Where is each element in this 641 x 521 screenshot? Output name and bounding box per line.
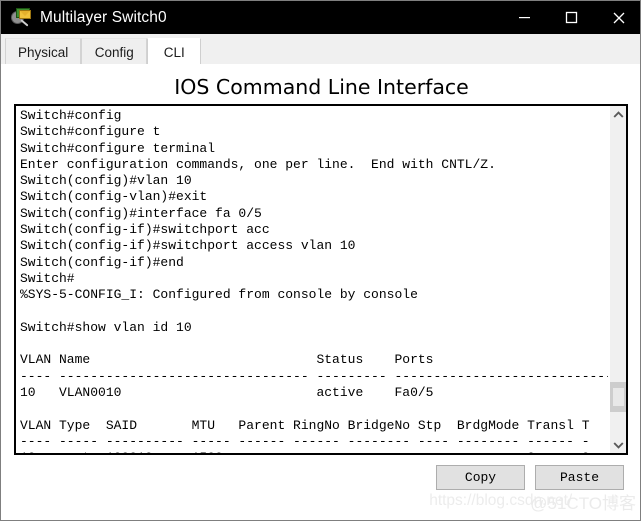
paste-button-label: Paste <box>559 470 599 485</box>
maximize-icon <box>565 11 578 24</box>
window-controls <box>501 1 640 34</box>
tab-config-label: Config <box>94 44 134 60</box>
copy-button-label: Copy <box>464 470 497 485</box>
switch-magnifier-icon <box>10 7 32 29</box>
paste-button[interactable]: Paste <box>535 465 624 490</box>
tab-physical-label: Physical <box>18 44 69 60</box>
scroll-up-button[interactable] <box>610 106 626 123</box>
watermark: https://blog.csdn.net/ @51CTO博客 <box>429 489 636 513</box>
terminal-output[interactable]: Switch#config Switch#configure t Switch#… <box>20 108 608 453</box>
tab-bar: Physical Config CLI <box>1 34 640 65</box>
tab-config[interactable]: Config <box>81 38 148 65</box>
cli-panel: IOS Command Line Interface Switch#config… <box>1 65 640 520</box>
watermark-tag: @51CTO博客 <box>530 493 636 513</box>
tab-cli-label: CLI <box>163 44 185 60</box>
scroll-thumb[interactable] <box>610 382 626 412</box>
terminal-container[interactable]: Switch#config Switch#configure t Switch#… <box>14 104 628 455</box>
multilayer-switch-window: Multilayer Switch0 Physical Config CLI I… <box>0 0 641 521</box>
tab-physical[interactable]: Physical <box>5 38 82 65</box>
close-button[interactable] <box>595 1 640 34</box>
copy-button[interactable]: Copy <box>436 465 525 490</box>
maximize-button[interactable] <box>548 1 595 34</box>
close-icon <box>613 12 624 23</box>
watermark-url: https://blog.csdn.net/ <box>429 492 573 509</box>
chevron-up-icon <box>613 110 624 118</box>
terminal-scrollbar[interactable] <box>609 106 626 453</box>
tab-cli[interactable]: CLI <box>147 38 202 65</box>
window-title: Multilayer Switch0 <box>40 8 167 26</box>
minimize-button[interactable] <box>501 1 548 34</box>
chevron-down-icon <box>613 441 624 449</box>
tab-list: Physical Config CLI <box>5 38 202 65</box>
scroll-down-button[interactable] <box>610 436 626 453</box>
minimize-icon <box>519 17 530 19</box>
window-titlebar: Multilayer Switch0 <box>1 1 640 34</box>
page-title: IOS Command Line Interface <box>174 75 469 99</box>
